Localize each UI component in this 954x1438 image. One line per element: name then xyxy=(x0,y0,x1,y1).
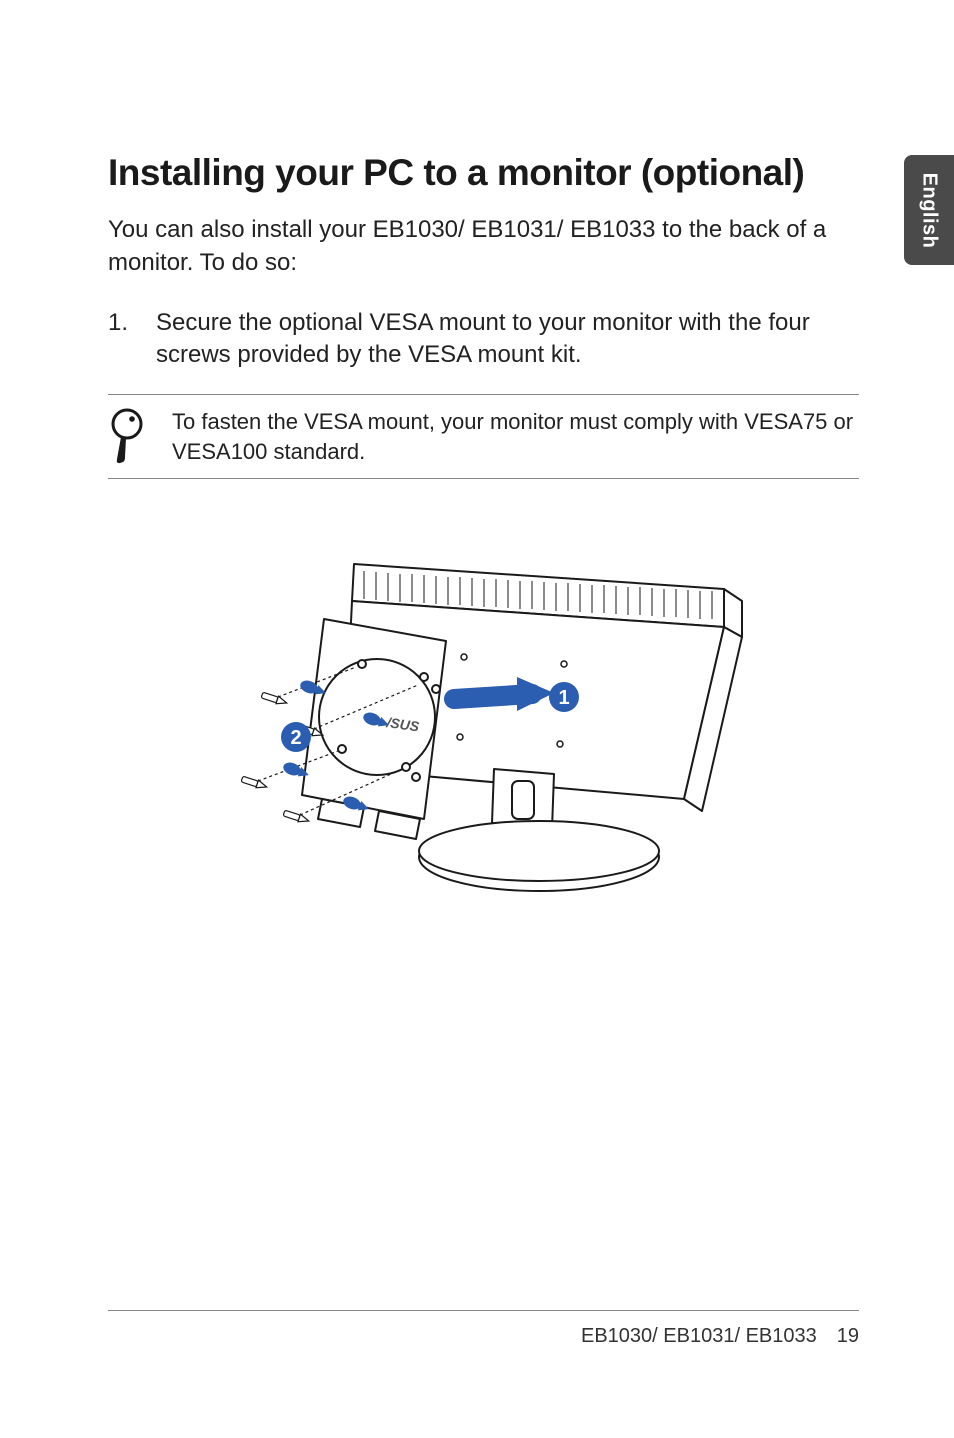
language-tab: English xyxy=(904,155,954,265)
page-footer: EB1030/ EB1031/ EB1033 19 xyxy=(108,1310,859,1348)
step-item: 1. Secure the optional VESA mount to you… xyxy=(108,307,859,372)
note-text: To fasten the VESA mount, your monitor m… xyxy=(172,405,859,466)
note-block: To fasten the VESA mount, your monitor m… xyxy=(108,394,859,479)
language-tab-label: English xyxy=(918,172,941,248)
step-text: Secure the optional VESA mount to your m… xyxy=(156,307,859,372)
footer-model: EB1030/ EB1031/ EB1033 xyxy=(581,1325,817,1348)
page-title: Installing your PC to a monitor (optiona… xyxy=(108,150,859,196)
intro-paragraph: You can also install your EB1030/ EB1031… xyxy=(108,214,859,279)
step-number: 1. xyxy=(108,307,128,372)
magnifier-icon xyxy=(108,407,150,465)
footer-page-number: 19 xyxy=(837,1325,859,1348)
vesa-mount-illustration: 1 /SUS xyxy=(214,519,754,919)
callout-label-2: 2 xyxy=(290,727,301,749)
callout-label-1: 1 xyxy=(558,687,569,709)
